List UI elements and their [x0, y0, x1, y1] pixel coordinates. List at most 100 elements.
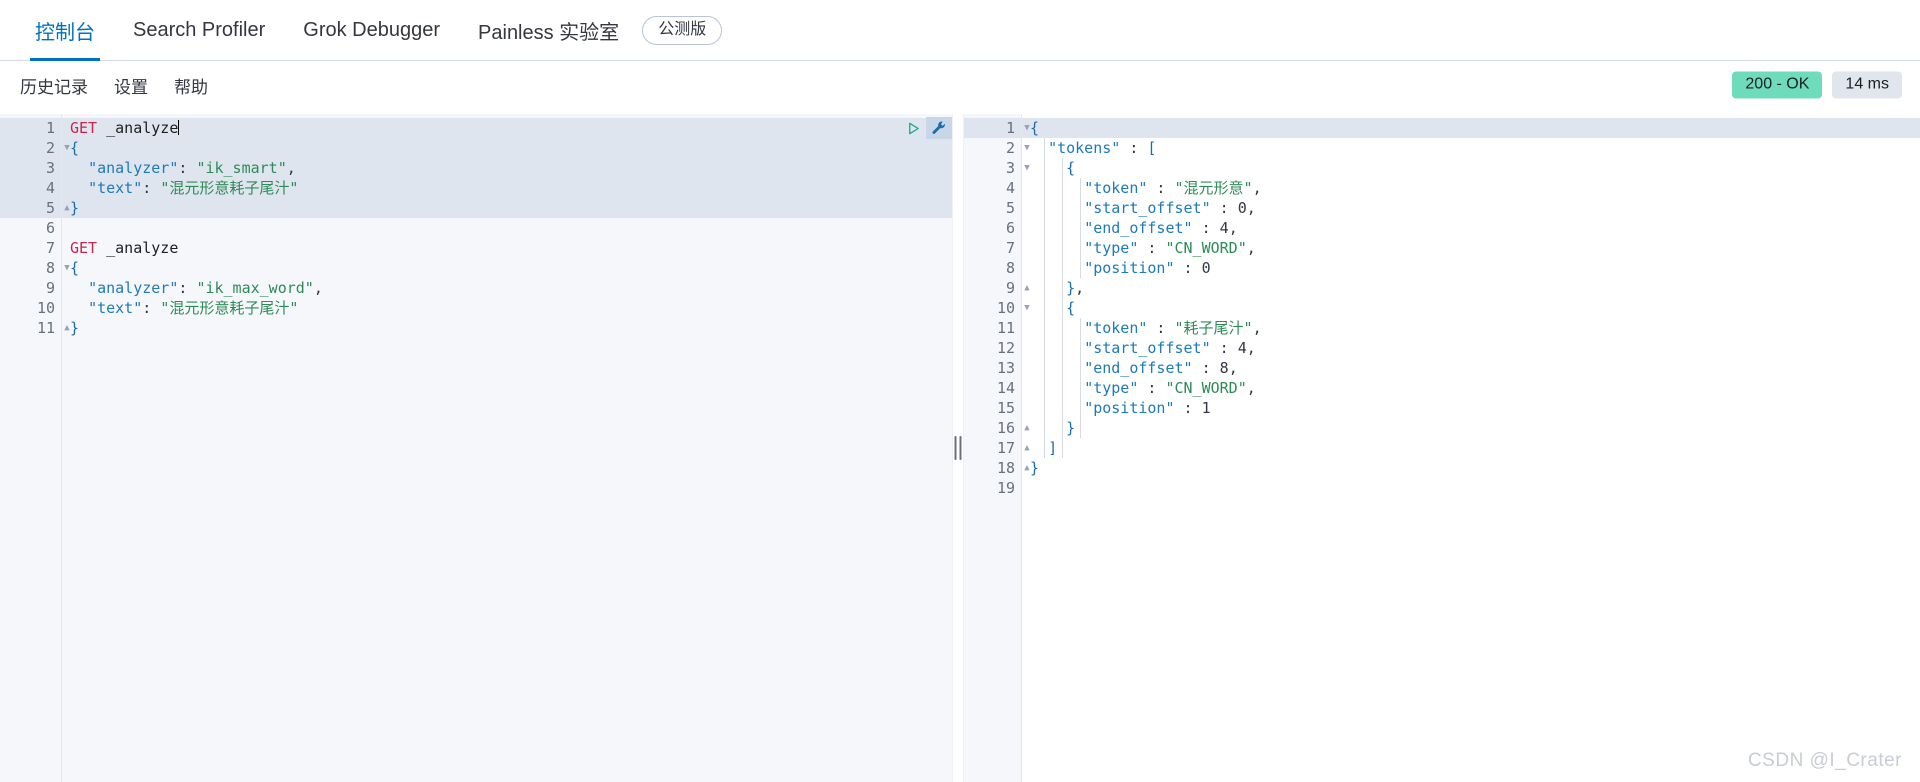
code-line[interactable]: "end_offset" : 4, [1022, 218, 1920, 238]
splitter-grip-icon[interactable] [954, 436, 962, 460]
fold-up-icon[interactable]: ▲ [1022, 278, 1032, 298]
fold-down-icon[interactable]: ▼ [62, 258, 72, 278]
fold-up-icon[interactable]: ▲ [1022, 418, 1032, 438]
gutter-line: 1 ▼ [964, 118, 1030, 138]
fold-down-icon[interactable]: ▼ [1022, 138, 1032, 158]
code-line[interactable]: "end_offset" : 8, [1022, 358, 1920, 378]
gutter-line: 10 [36, 299, 55, 317]
code-line[interactable]: "start_offset" : 0, [1022, 198, 1920, 218]
fold-up-icon[interactable]: ▲ [1022, 458, 1032, 478]
code-token: , [1246, 199, 1256, 217]
response-viewer-pane[interactable]: 1 ▼ 2 ▼ 3 ▼ 4 5 6 7 8 9 ▲ 10 ▼ 11 12 13 14 15 16 ▲ 17 ▲ 18 ▲ 19 { … [964, 114, 1920, 782]
code-line[interactable]: "position" : 0 [1022, 258, 1920, 278]
code-line[interactable]: GET _analyze [62, 238, 952, 258]
fold-up-icon[interactable]: ▲ [62, 318, 72, 338]
code-line[interactable]: "text": "混元形意耗子尾汁" [62, 298, 952, 318]
gutter-line: 11 [996, 319, 1015, 337]
code-token: "text" [88, 299, 143, 317]
submenu-item-3[interactable]: 帮助 [174, 73, 208, 98]
tab-2[interactable]: Search Profiler [114, 0, 284, 61]
code-token: ] [1048, 439, 1058, 457]
pane-splitter[interactable] [952, 114, 964, 782]
code-token: : [142, 179, 161, 197]
response-viewer-code[interactable]: { "tokens" : [ { "token" : "混元形意", "star… [1022, 114, 1920, 782]
request-actions [900, 117, 952, 139]
fold-down-icon[interactable]: ▼ [1022, 298, 1032, 318]
tab-label: Painless 实验室 [478, 21, 620, 44]
request-editor-code[interactable]: GET _analyze{ "analyzer": "ik_smart", "t… [62, 114, 952, 782]
code-token: "混元形意" [1174, 179, 1253, 197]
code-line[interactable] [1022, 478, 1920, 498]
fold-down-icon[interactable]: ▼ [1022, 158, 1032, 178]
code-line[interactable]: "start_offset" : 4, [1022, 338, 1920, 358]
code-line[interactable]: "analyzer": "ik_max_word", [62, 278, 952, 298]
gutter-line: 7 [1005, 239, 1015, 257]
console-app: 控制台 Search Profiler Grok Debugger Painless … [0, 0, 1920, 782]
gutter-line: 11 ▲ [0, 318, 70, 338]
code-token: } [1066, 419, 1076, 437]
tab-1[interactable]: 控制台 [16, 0, 114, 61]
code-line[interactable]: { [62, 138, 952, 158]
submenu-item-1[interactable]: 历史记录 [20, 73, 88, 98]
play-icon[interactable] [900, 117, 926, 139]
submenu-item-2[interactable]: 设置 [114, 73, 148, 98]
code-line[interactable]: } [1022, 458, 1920, 478]
code-line[interactable] [62, 218, 952, 238]
gutter-line: 17 ▲ [964, 438, 1030, 458]
text-caret [178, 120, 180, 135]
indent-guide [1080, 178, 1081, 278]
gutter-line: 14 [996, 379, 1015, 397]
fold-up-icon[interactable]: ▲ [1022, 438, 1032, 458]
code-token: } [1066, 279, 1076, 297]
code-token: , [313, 279, 323, 297]
code-line[interactable]: } [62, 318, 952, 338]
code-line[interactable]: "token" : "混元形意", [1022, 178, 1920, 198]
code-token: "混元形意耗子尾汁" [160, 299, 299, 317]
code-token: "ik_smart" [196, 159, 287, 177]
gutter-line: 15 [996, 399, 1015, 417]
code-line[interactable]: { [62, 258, 952, 278]
watermark: CSDN @I_Crater [1747, 750, 1902, 771]
code-line[interactable]: "token" : "耗子尾汁", [1022, 318, 1920, 338]
code-token: 4 [1237, 339, 1247, 357]
code-line[interactable]: { [1022, 158, 1920, 178]
code-line[interactable]: } [62, 198, 952, 218]
code-line[interactable]: } [1022, 418, 1920, 438]
code-token: "type" [1084, 239, 1139, 257]
code-token: , [1075, 279, 1085, 297]
fold-down-icon[interactable]: ▼ [1022, 118, 1032, 138]
code-line[interactable]: ] [1022, 438, 1920, 458]
code-line[interactable]: "analyzer": "ik_smart", [62, 158, 952, 178]
code-line[interactable]: "type" : "CN_WORD", [1022, 378, 1920, 398]
code-line[interactable]: "type" : "CN_WORD", [1022, 238, 1920, 258]
tab-4[interactable]: Painless 实验室 [459, 0, 638, 61]
code-line[interactable]: "position" : 1 [1022, 398, 1920, 418]
code-token: 8 [1219, 359, 1229, 377]
fold-up-icon[interactable]: ▲ [62, 198, 72, 218]
gutter-line: 10 ▼ [964, 298, 1030, 318]
code-token: : [178, 279, 197, 297]
code-line[interactable]: "text": "混元形意耗子尾汁" [62, 178, 952, 198]
code-token: "CN_WORD" [1165, 379, 1247, 397]
request-editor-pane[interactable]: 1 2 ▼ 3 4 5 ▲ 6 7 8 ▼ 9 10 11 ▲ GET _analyze{ "analyze… [0, 114, 952, 782]
code-line[interactable]: }, [1022, 278, 1920, 298]
code-token: 0 [1237, 199, 1247, 217]
code-token: "start_offset" [1084, 199, 1211, 217]
code-line[interactable]: { [1022, 298, 1920, 318]
code-line[interactable]: GET _analyze [62, 118, 952, 138]
fold-down-icon[interactable]: ▼ [62, 138, 72, 158]
code-line[interactable]: "tokens" : [ [1022, 138, 1920, 158]
tab-3[interactable]: Grok Debugger [284, 0, 459, 61]
code-line[interactable]: { [1022, 118, 1920, 138]
code-token: "text" [88, 179, 143, 197]
code-token: : [1192, 219, 1220, 237]
wrench-icon[interactable] [926, 117, 952, 139]
